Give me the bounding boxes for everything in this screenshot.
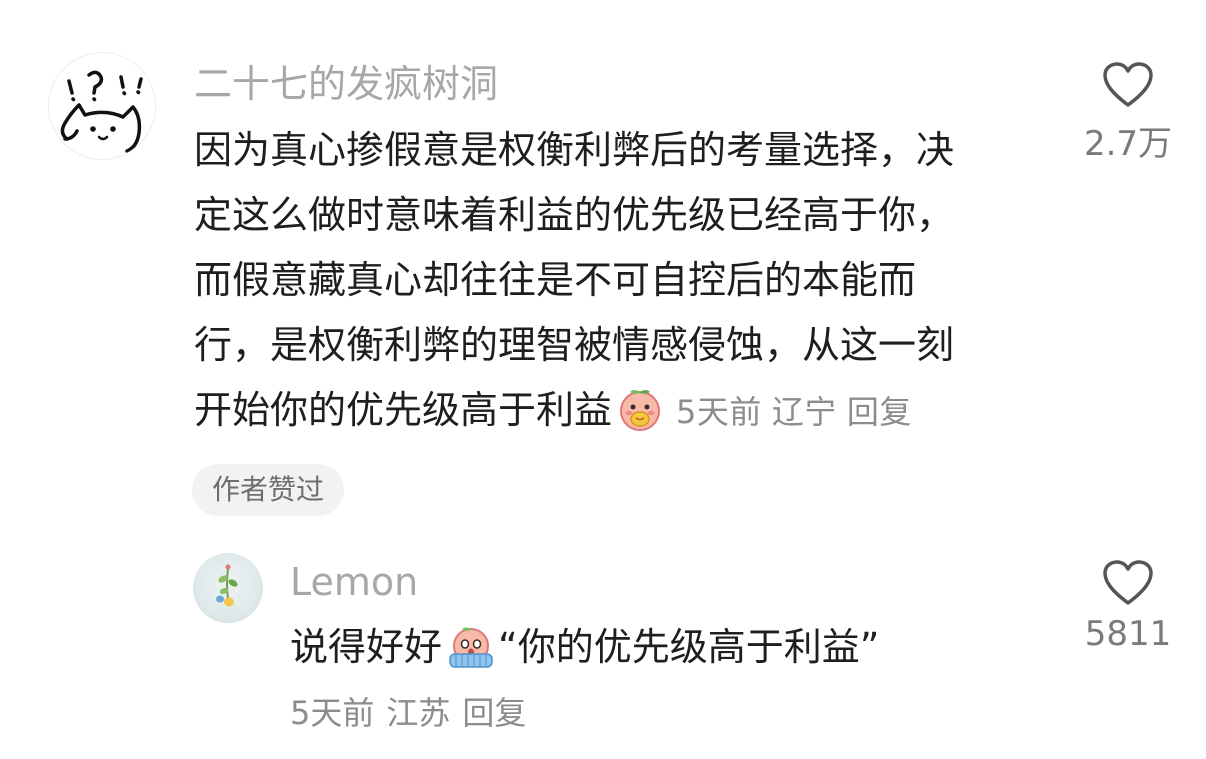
comment-like-group: 2.7万	[1068, 62, 1188, 165]
peach-covering-face-emoji-icon	[446, 624, 496, 687]
comment-username[interactable]: 二十七的发疯树洞	[194, 58, 498, 110]
plant-avatar-icon	[216, 564, 238, 607]
comment-meta: 5天前 辽宁 回复	[676, 393, 922, 431]
heart-icon[interactable]	[1102, 62, 1154, 108]
reply-body-suffix: “你的优先级高于利益”	[498, 625, 880, 669]
comment-reply-button[interactable]: 回复	[847, 393, 912, 431]
doodle-cat-avatar-icon	[60, 70, 143, 153]
reply-username[interactable]: Lemon	[290, 556, 418, 608]
comment-body-line: 因为真心掺假意是权衡利弊后的考量选择，决	[194, 128, 955, 172]
reply-location: 江苏	[386, 694, 451, 732]
comment-body-line: 开始你的优先级高于利益	[194, 388, 613, 432]
reply-like-count: 5811	[1084, 614, 1172, 654]
reply-like-group: 5811	[1068, 560, 1188, 654]
comment-location: 辽宁	[771, 393, 837, 431]
comment-body-line: 行，是权衡利弊的理智被情感侵蚀，从这一刻	[194, 323, 955, 367]
reply-user-avatar[interactable]	[193, 553, 263, 623]
comment-body-line: 而假意藏真心却往往是不可自控后的本能而	[194, 258, 917, 302]
comment-like-count: 2.7万	[1083, 124, 1173, 164]
comment-body-line: 定这么做时意味着利益的优先级已经高于你，	[194, 193, 955, 237]
peach-eating-emoji-icon	[616, 385, 664, 453]
comment-time: 5天前	[676, 393, 762, 431]
reply-time: 5天前	[290, 694, 375, 732]
user-avatar[interactable]	[48, 52, 156, 160]
reply-meta: 5天前 江苏 回复	[290, 688, 538, 738]
comment-body: 因为真心掺假意是权衡利弊后的考量选择，决 定这么做时意味着利益的优先级已经高于你…	[194, 118, 1034, 443]
reply-body-prefix: 说得好好	[290, 625, 443, 669]
reply-body: 说得好好 “你的优先级高于利益”	[290, 617, 879, 687]
heart-icon[interactable]	[1102, 560, 1154, 606]
reply-reply-button[interactable]: 回复	[462, 694, 526, 732]
comment-body-last-line: 开始你的优先级高于利益 5天前 辽宁 回复	[194, 378, 1034, 443]
author-liked-badge: 作者赞过	[192, 464, 345, 516]
